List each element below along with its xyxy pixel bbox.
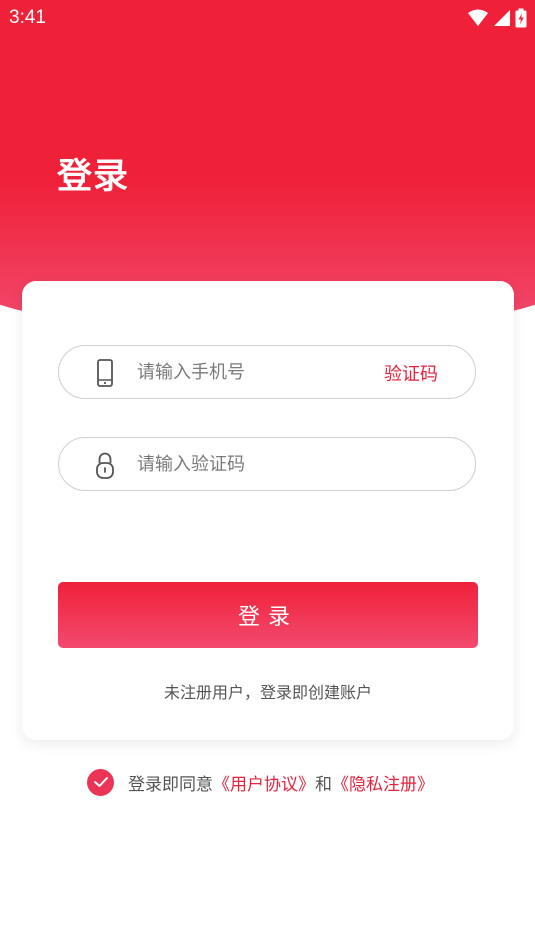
padlock-icon bbox=[96, 452, 114, 479]
agreement-checkbox[interactable] bbox=[87, 768, 114, 796]
register-hint: 未注册用户，登录即创建账户 bbox=[163, 683, 372, 702]
status-bar: 3:41 bbox=[0, 0, 535, 36]
login-card: 验证码 登录 未注册用户，登录即创建账户 bbox=[22, 281, 514, 740]
login-button[interactable]: 登录 bbox=[58, 582, 478, 648]
phone-input[interactable] bbox=[137, 346, 367, 398]
agreement-conjunction: 和 bbox=[315, 774, 332, 795]
agreement-row: 登录即同意 《用户协议》 和 《隐私注册》 bbox=[87, 767, 434, 797]
wifi-icon bbox=[468, 9, 488, 26]
phone-field[interactable]: 验证码 bbox=[58, 345, 476, 399]
agreement-prefix: 登录即同意 bbox=[128, 774, 213, 795]
battery-charging-icon bbox=[515, 8, 527, 28]
signal-icon bbox=[494, 10, 510, 26]
mobile-phone-icon bbox=[97, 359, 113, 387]
page-title: 登录 bbox=[57, 157, 130, 197]
status-icons bbox=[467, 8, 527, 28]
get-code-button[interactable]: 验证码 bbox=[384, 360, 438, 386]
code-field[interactable] bbox=[58, 437, 476, 491]
check-circle-icon bbox=[93, 777, 108, 787]
user-agreement-link[interactable]: 《用户协议》 bbox=[213, 770, 315, 795]
status-time: 3:41 bbox=[9, 7, 46, 28]
code-input[interactable] bbox=[137, 438, 367, 490]
privacy-link[interactable]: 《隐私注册》 bbox=[332, 770, 434, 795]
